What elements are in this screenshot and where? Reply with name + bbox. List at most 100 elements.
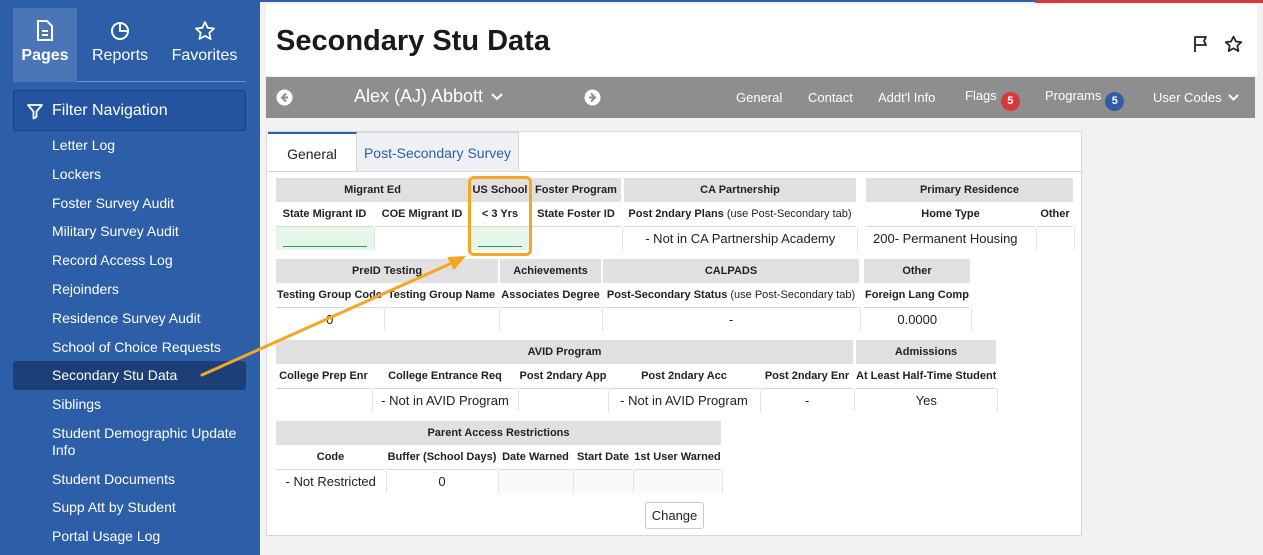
sidebar-item-lockers[interactable]: Lockers — [13, 160, 246, 189]
coe-migrant-id-value — [374, 226, 471, 250]
associates-degree-header: Associates Degree — [499, 283, 603, 308]
post-secondary-status-label: Post-Secondary Status — [606, 288, 728, 301]
college-entrance-req-header: College Entrance Req — [372, 364, 519, 389]
tab-pages[interactable]: Pages — [13, 8, 77, 82]
state-foster-id-value — [530, 226, 623, 250]
nav-addtl-info-link[interactable]: Addt'l Info — [878, 90, 935, 105]
nav-programs-label: Programs — [1045, 88, 1102, 103]
filter-navigation-label: Filter Navigation — [52, 101, 168, 119]
nav-flags-label: Flags — [965, 88, 997, 103]
sidebar-item-letter-log[interactable]: Letter Log — [13, 131, 246, 160]
state-migrant-id-field[interactable] — [276, 226, 375, 250]
sidebar-item-rejoinders[interactable]: Rejoinders — [13, 275, 246, 304]
favorite-star-icon[interactable] — [1224, 35, 1243, 58]
tab-favorites[interactable]: Favorites — [163, 8, 246, 82]
testing-group-code-value: 0 — [276, 307, 385, 331]
student-name: Alex (AJ) Abbott — [354, 86, 484, 106]
sidebar-item-supp-att-by-student[interactable]: Supp Att by Student — [13, 493, 246, 522]
sidebar-item-school-of-choice-requests[interactable]: School of Choice Requests — [13, 333, 246, 362]
first-user-warned-header: 1st User Warned — [633, 445, 723, 470]
top-stripe-accent — [1030, 0, 1263, 3]
sidebar-item-military-survey-audit[interactable]: Military Survey Audit — [13, 217, 246, 246]
tab-post-secondary-survey[interactable]: Post-Secondary Survey — [357, 132, 519, 172]
chevron-down-icon — [1228, 94, 1239, 101]
sidebar-item-student-demographic-update-info[interactable]: Student Demographic Update Info — [13, 419, 246, 465]
nav-programs-link[interactable]: Programs 5 — [1045, 88, 1125, 111]
post-2ndary-app-value — [518, 388, 609, 412]
post-secondary-status-value: - — [602, 307, 861, 331]
nav-user-codes-dropdown[interactable]: User Codes — [1153, 90, 1239, 105]
programs-count-badge: 5 — [1105, 92, 1125, 111]
student-name-dropdown[interactable]: Alex (AJ) Abbott — [354, 86, 503, 107]
calpads-title: CALPADS — [602, 259, 861, 283]
nav-contact-link[interactable]: Contact — [808, 90, 853, 105]
flag-icon[interactable] — [1192, 35, 1210, 58]
admissions-group: Admissions At Least Half-Time Student Ye… — [856, 340, 998, 412]
state-migrant-id-input[interactable] — [283, 226, 367, 247]
date-warned-header: Date Warned — [498, 445, 574, 470]
tab-reports-label: Reports — [91, 47, 149, 64]
avid-program-group: AVID Program College Prep Enr College En… — [276, 340, 855, 412]
college-entrance-req-value: - Not in AVID Program — [372, 388, 519, 412]
post-2ndary-plans-label: Post 2ndary Plans — [628, 207, 724, 220]
sidebar-item-foster-survey-audit[interactable]: Foster Survey Audit — [13, 189, 246, 218]
nav-flags-link[interactable]: Flags 5 — [965, 88, 1020, 111]
avid-program-title: AVID Program — [276, 340, 855, 364]
testing-group-code-header: Testing Group Code — [276, 283, 385, 308]
residence-other-header: Other — [1036, 202, 1075, 227]
page-icon — [13, 8, 77, 44]
code-header: Code — [276, 445, 387, 470]
state-migrant-id-header: State Migrant ID — [276, 202, 375, 227]
tab-favorites-label: Favorites — [171, 47, 238, 64]
tab-general[interactable]: General — [268, 132, 357, 172]
next-student-icon[interactable] — [584, 89, 601, 111]
sidebar-top-tabs: Pages Reports Favorites — [13, 8, 246, 82]
sidebar-item-portal-usage-log[interactable]: Portal Usage Log — [13, 522, 246, 551]
preid-testing-title: PreID Testing — [276, 259, 500, 283]
preid-testing-group: PreID Testing Achievements CALPADS Testi… — [276, 259, 861, 331]
admissions-title: Admissions — [856, 340, 998, 364]
post-2ndary-app-header: Post 2ndary App — [518, 364, 609, 389]
tab-divider — [267, 171, 1083, 172]
other-title: Other — [864, 259, 972, 283]
filter-navigation-button[interactable]: Filter Navigation — [13, 90, 246, 131]
post-2ndary-plans-note: (use Post-Secondary tab) — [726, 207, 852, 220]
sidebar-item-record-access-log[interactable]: Record Access Log — [13, 246, 246, 275]
coe-migrant-id-header: COE Migrant ID — [374, 202, 471, 227]
sidebar-item-secondary-stu-data[interactable]: Secondary Stu Data — [13, 361, 246, 391]
migrant-ed-title: Migrant Ed — [276, 178, 471, 202]
filter-icon — [27, 103, 43, 119]
primary-residence-title: Primary Residence — [866, 178, 1075, 202]
chevron-down-icon — [491, 93, 503, 101]
highlight-box — [468, 176, 532, 256]
residence-other-value — [1036, 226, 1075, 250]
sidebar-page-list: Letter Log Lockers Foster Survey Audit M… — [13, 131, 246, 551]
home-type-header: Home Type — [866, 202, 1037, 227]
migrant-ed-group: Migrant Ed US School Foster Program Stat… — [276, 178, 623, 250]
home-type-value: 200- Permanent Housing — [866, 226, 1037, 250]
flags-count-badge: 5 — [1000, 92, 1020, 111]
college-prep-enr-value — [276, 388, 373, 412]
post-2ndary-enr-header: Post 2ndary Enr — [760, 364, 855, 389]
code-value: - Not Restricted — [276, 469, 387, 493]
sidebar-item-student-documents[interactable]: Student Documents — [13, 465, 246, 494]
previous-student-icon[interactable] — [276, 89, 293, 111]
testing-group-name-value — [384, 307, 500, 331]
post-2ndary-plans-header: Post 2ndary Plans (use Post-Secondary ta… — [624, 202, 858, 227]
tab-reports[interactable]: Reports — [77, 8, 163, 82]
testing-group-name-header: Testing Group Name — [384, 283, 500, 308]
associates-degree-value — [499, 307, 603, 331]
post-2ndary-plans-value: - Not in CA Partnership Academy — [624, 226, 858, 250]
change-button[interactable]: Change — [645, 502, 704, 529]
sidebar-item-siblings[interactable]: Siblings — [13, 390, 246, 419]
ca-partnership-title: CA Partnership — [624, 178, 858, 202]
nav-general-link[interactable]: General — [736, 90, 782, 105]
content-tabs: General Post-Secondary Survey — [268, 132, 519, 172]
star-icon — [163, 8, 246, 44]
sidebar-item-residence-survey-audit[interactable]: Residence Survey Audit — [13, 304, 246, 333]
half-time-student-value: Yes — [856, 388, 998, 412]
sidebar: Pages Reports Favorites Filter Navigatio… — [0, 0, 260, 555]
post-2ndary-enr-value: - — [760, 388, 855, 412]
tab-pages-label: Pages — [21, 47, 69, 64]
student-bar: Alex (AJ) Abbott General Contact Addt'l … — [266, 77, 1255, 118]
